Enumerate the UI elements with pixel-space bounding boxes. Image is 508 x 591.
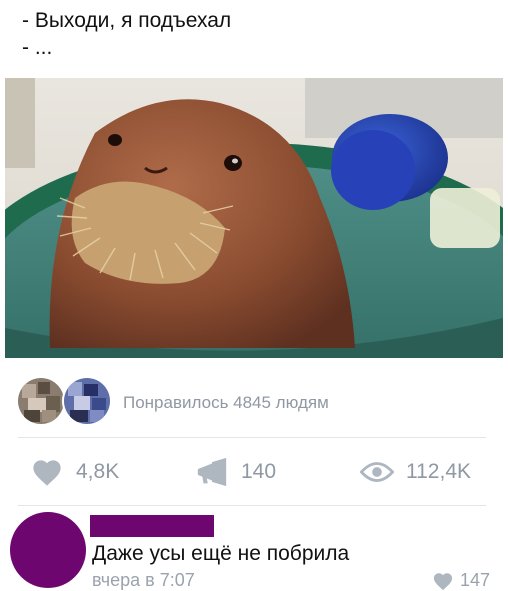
megaphone-icon <box>197 457 227 487</box>
caption-line-1: - Выходи, я подъехал <box>22 9 232 32</box>
likes-count-text[interactable]: Понравилось 4845 людям <box>123 393 329 413</box>
views-count: 112,4K <box>406 460 471 483</box>
repost-count: 140 <box>241 460 277 483</box>
divider <box>18 437 486 438</box>
likes-summary[interactable]: Понравилось 4845 людям <box>18 376 498 428</box>
caption-line-2: - ... <box>22 36 53 59</box>
post-stats: 4,8K 140 112,4K <box>30 456 490 488</box>
post-caption: - Выходи, я подъехал - ... <box>22 7 231 61</box>
views-counter: 112,4K <box>360 456 471 488</box>
divider <box>18 505 486 506</box>
repost-button[interactable]: 140 <box>195 456 276 488</box>
like-count: 4,8K <box>76 460 120 483</box>
liker-avatar[interactable] <box>18 378 64 424</box>
liker-avatar[interactable] <box>62 376 112 426</box>
comment-text: Даже усы ещё не побрила <box>92 542 350 565</box>
commenter-avatar[interactable] <box>10 512 86 588</box>
like-button[interactable]: 4,8K <box>30 456 119 488</box>
eye-icon <box>360 462 394 482</box>
post-photo[interactable] <box>5 78 503 358</box>
heart-icon <box>33 460 61 486</box>
commenter-name-redacted[interactable] <box>90 515 214 537</box>
